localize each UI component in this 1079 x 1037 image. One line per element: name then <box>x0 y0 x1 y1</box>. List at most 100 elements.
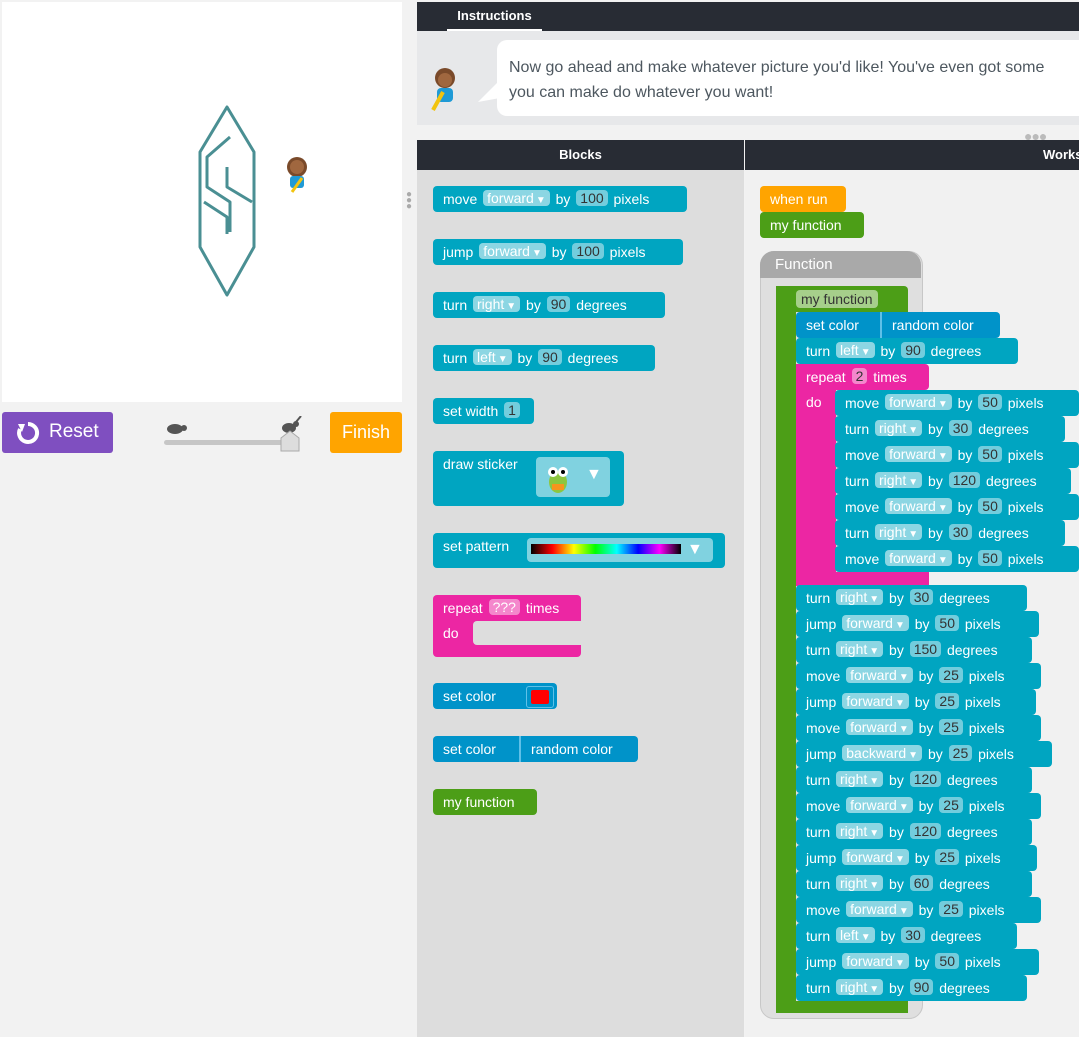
direction-dropdown[interactable]: forward ▼ <box>846 667 913 683</box>
number-field[interactable]: 1 <box>504 402 520 418</box>
number-field[interactable]: 90 <box>538 349 562 365</box>
toolbox-turn-right-block[interactable]: turn right ▼ by 90 degrees <box>433 292 665 318</box>
move-forward-block[interactable]: move forward ▼ by 50 pixels <box>835 494 1079 520</box>
direction-dropdown[interactable]: right ▼ <box>836 979 884 995</box>
number-field[interactable]: 25 <box>939 797 963 813</box>
direction-dropdown[interactable]: right ▼ <box>836 823 884 839</box>
move-forward-block[interactable]: move forward ▼ by 25 pixels <box>796 715 1041 741</box>
direction-dropdown[interactable]: right ▼ <box>875 420 923 436</box>
number-field[interactable]: 25 <box>948 745 973 761</box>
number-field[interactable]: 25 <box>939 667 963 683</box>
turn-right-block[interactable]: turn right ▼ by 120 degrees <box>835 468 1071 494</box>
jump-forward-block[interactable]: jump forward ▼ by 25 pixels <box>796 689 1036 715</box>
direction-dropdown[interactable]: right ▼ <box>836 589 884 605</box>
move-forward-block[interactable]: move forward ▼ by 50 pixels <box>835 390 1079 416</box>
turn-right-block[interactable]: turn right ▼ by 120 degrees <box>796 767 1032 793</box>
move-forward-block[interactable]: move forward ▼ by 25 pixels <box>796 663 1041 689</box>
number-field[interactable]: 100 <box>572 243 604 259</box>
number-field[interactable]: 50 <box>978 446 1002 462</box>
number-field[interactable]: 25 <box>939 719 963 735</box>
direction-dropdown[interactable]: forward ▼ <box>842 693 909 709</box>
number-field[interactable]: 25 <box>935 693 959 709</box>
direction-dropdown[interactable]: backward ▼ <box>842 745 923 761</box>
direction-dropdown[interactable]: forward ▼ <box>479 243 546 259</box>
reset-button[interactable]: Reset <box>2 412 113 453</box>
number-field[interactable]: 120 <box>909 771 942 787</box>
direction-dropdown[interactable]: forward ▼ <box>846 797 913 813</box>
move-forward-block[interactable]: move forward ▼ by 50 pixels <box>835 442 1079 468</box>
number-field[interactable]: 50 <box>978 498 1002 514</box>
number-field[interactable]: 90 <box>546 296 571 312</box>
repeat-header[interactable]: repeat 2 times <box>796 364 929 390</box>
direction-dropdown[interactable]: forward ▼ <box>885 498 952 514</box>
number-field[interactable]: 50 <box>978 394 1002 410</box>
set-random-color-block[interactable]: set color random color <box>796 312 1000 338</box>
number-field[interactable]: 100 <box>576 190 608 206</box>
number-field[interactable]: 25 <box>935 849 959 865</box>
direction-dropdown[interactable]: forward ▼ <box>885 550 952 566</box>
direction-dropdown[interactable]: right ▼ <box>836 771 884 787</box>
toolbox-jump-block[interactable]: jump forward ▼ by 100 pixels <box>433 239 683 265</box>
number-field[interactable]: 30 <box>909 589 934 605</box>
move-forward-block[interactable]: move forward ▼ by 50 pixels <box>835 546 1079 572</box>
number-field[interactable]: 60 <box>909 875 934 891</box>
finish-button[interactable]: Finish <box>330 412 402 453</box>
number-field[interactable]: 30 <box>948 420 973 436</box>
direction-dropdown[interactable]: right ▼ <box>875 472 923 488</box>
turn-right-block[interactable]: turn right ▼ by 30 degrees <box>835 416 1065 442</box>
direction-dropdown[interactable]: left ▼ <box>836 342 875 358</box>
number-field[interactable]: 90 <box>901 342 925 358</box>
color-picker[interactable] <box>526 686 554 708</box>
toolbox-set-pattern-block[interactable]: set pattern ▼ <box>433 533 725 568</box>
move-forward-block[interactable]: move forward ▼ by 25 pixels <box>796 793 1041 819</box>
direction-dropdown[interactable]: right ▼ <box>836 641 884 657</box>
turn-right-block[interactable]: turn right ▼ by 90 degrees <box>796 975 1027 1001</box>
direction-dropdown[interactable]: left ▼ <box>473 349 512 365</box>
number-field[interactable]: 30 <box>948 524 973 540</box>
turn-left-block[interactable]: turn left ▼ by 90 degrees <box>796 338 1018 364</box>
pattern-dropdown[interactable]: ▼ <box>527 538 713 562</box>
toolbox-set-color-block[interactable]: set color <box>433 683 557 709</box>
number-field[interactable]: ??? <box>488 599 520 615</box>
toolbox-move-block[interactable]: move forward ▼ by 100 pixels <box>433 186 687 212</box>
turn-right-block[interactable]: turn right ▼ by 30 degrees <box>796 585 1027 611</box>
direction-dropdown[interactable]: right ▼ <box>836 875 884 891</box>
number-field[interactable]: 30 <box>901 927 925 943</box>
direction-dropdown[interactable]: left ▼ <box>836 927 875 943</box>
jump-forward-block[interactable]: jump forward ▼ by 50 pixels <box>796 949 1039 975</box>
tab-instructions[interactable]: Instructions <box>447 2 542 31</box>
function-name-field[interactable]: my function <box>796 290 878 308</box>
turn-left-block[interactable]: turn left ▼ by 30 degrees <box>796 923 1017 949</box>
number-field[interactable]: 50 <box>935 615 959 631</box>
turn-right-block[interactable]: turn right ▼ by 30 degrees <box>835 520 1065 546</box>
number-field[interactable]: 2 <box>851 368 868 384</box>
number-field[interactable]: 50 <box>935 953 959 969</box>
jump-backward-block[interactable]: jump backward ▼ by 25 pixels <box>796 741 1052 767</box>
number-field[interactable]: 50 <box>978 550 1002 566</box>
random-color-value[interactable]: random color <box>519 736 623 762</box>
direction-dropdown[interactable]: forward ▼ <box>842 849 909 865</box>
speed-slider-thumb[interactable] <box>280 430 300 452</box>
jump-forward-block[interactable]: jump forward ▼ by 25 pixels <box>796 845 1037 871</box>
toolbox-draw-sticker-block[interactable]: draw sticker ▼ <box>433 451 624 506</box>
direction-dropdown[interactable]: forward ▼ <box>483 190 550 206</box>
move-forward-block[interactable]: move forward ▼ by 25 pixels <box>796 897 1041 923</box>
direction-dropdown[interactable]: forward ▼ <box>885 394 952 410</box>
direction-dropdown[interactable]: forward ▼ <box>846 719 913 735</box>
direction-dropdown[interactable]: right ▼ <box>473 296 521 312</box>
toolbox-turn-left-block[interactable]: turn left ▼ by 90 degrees <box>433 345 655 371</box>
number-field[interactable]: 120 <box>948 472 981 488</box>
call-my-function-block[interactable]: my function <box>760 212 864 238</box>
toolbox-set-random-color-block[interactable]: set color random color <box>433 736 638 762</box>
number-field[interactable]: 150 <box>909 641 942 657</box>
direction-dropdown[interactable]: forward ▼ <box>842 615 909 631</box>
direction-dropdown[interactable]: forward ▼ <box>846 901 913 917</box>
direction-dropdown[interactable]: forward ▼ <box>885 446 952 462</box>
turn-right-block[interactable]: turn right ▼ by 60 degrees <box>796 871 1032 897</box>
direction-dropdown[interactable]: forward ▼ <box>842 953 909 969</box>
jump-forward-block[interactable]: jump forward ▼ by 50 pixels <box>796 611 1039 637</box>
toolbox-my-function-block[interactable]: my function <box>433 789 537 815</box>
when-run-block[interactable]: when run <box>760 186 846 212</box>
number-field[interactable]: 120 <box>909 823 942 839</box>
direction-dropdown[interactable]: right ▼ <box>875 524 923 540</box>
